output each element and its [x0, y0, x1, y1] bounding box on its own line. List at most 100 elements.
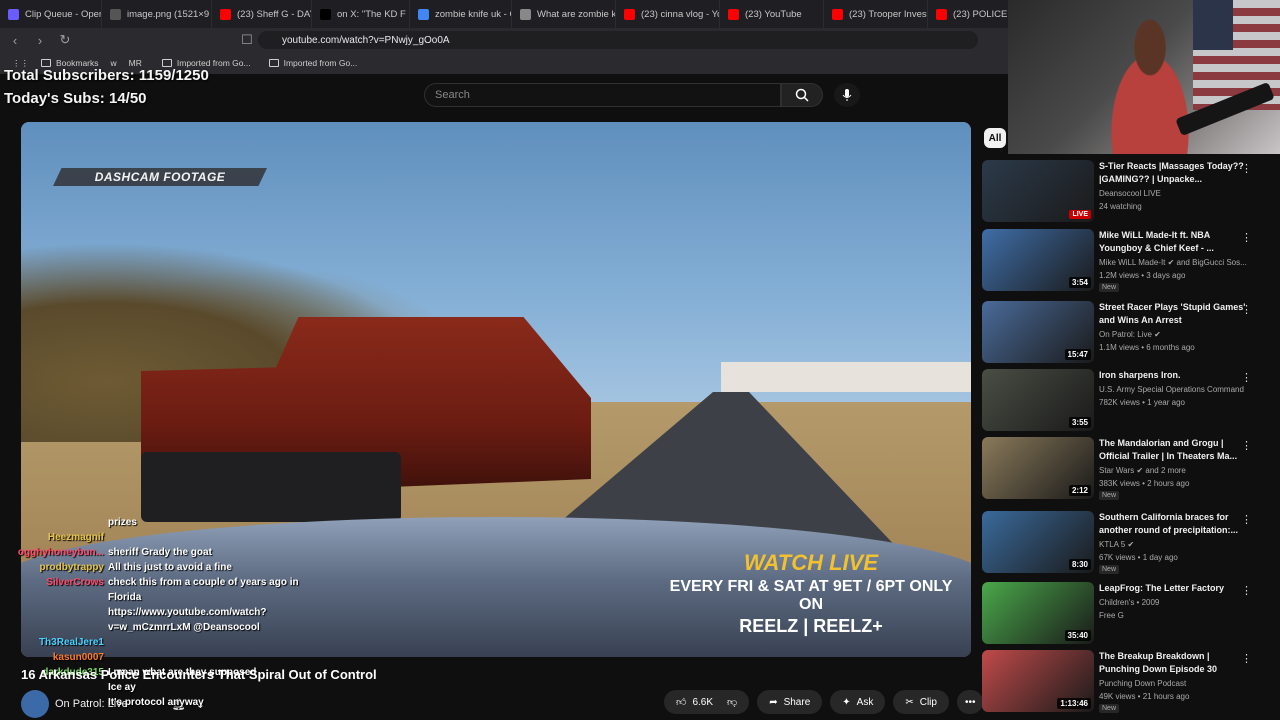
recommendation-title[interactable]: LeapFrog: The Letter Factory	[1099, 582, 1249, 595]
share-icon: ➦	[769, 696, 778, 708]
recommendation-thumbnail[interactable]: 3:55	[982, 369, 1094, 431]
chip-all[interactable]: All	[984, 128, 1006, 148]
recommendation-item[interactable]: 3:55 Iron sharpens Iron. U.S. Army Special…	[982, 369, 1274, 433]
reload-icon[interactable]: ↻	[55, 30, 75, 50]
promo-overlay: WATCH LIVE EVERY FRI & SAT AT 9ET / 6PT …	[661, 550, 961, 637]
recommendation-thumbnail[interactable]: 8:30	[982, 511, 1094, 573]
tab-label: zombie knife uk - G	[435, 8, 512, 20]
browser-tab[interactable]: zombie knife uk - G	[410, 0, 512, 28]
recommendation-item[interactable]: LIVE S-Tier Reacts |Massages Today??|GAMI…	[982, 160, 1274, 224]
recommendation-thumbnail[interactable]: 2:12	[982, 437, 1094, 499]
chat-message: prizes	[4, 515, 304, 530]
chevron-down-icon[interactable]: ⌄	[196, 698, 205, 711]
tab-favicon-icon	[624, 8, 635, 20]
recommendation-channel[interactable]: On Patrol: Live ✔	[1099, 328, 1249, 341]
video-frame-building	[721, 362, 971, 392]
search-input[interactable]: Search	[424, 83, 781, 107]
more-options-icon[interactable]: ⋮	[1241, 584, 1252, 597]
recommendation-item[interactable]: 3:54 Mike WiLL Made-It ft. NBA Youngboy &…	[982, 229, 1274, 293]
new-badge: New	[1099, 491, 1120, 500]
browser-tab[interactable]: image.png (1521×9	[102, 0, 212, 28]
recommendation-title[interactable]: Street Racer Plays 'Stupid Games' and Wi…	[1099, 301, 1249, 327]
chat-username: SilverCrows	[46, 577, 104, 588]
browser-tab[interactable]: (23) Sheff G - DAY N	[212, 0, 312, 28]
thumbs-up-icon: 👍︎	[676, 697, 687, 708]
browser-tab-bar: Clip Queue - Open image.png (1521×9 (23) S…	[0, 0, 1010, 28]
recommendation-channel[interactable]: Punching Down Podcast	[1099, 677, 1249, 690]
tab-label: image.png (1521×9	[127, 8, 210, 20]
bookmark-item[interactable]: Imported from Go...	[268, 58, 357, 68]
more-options-icon[interactable]: ⋮	[1241, 231, 1252, 244]
bell-icon[interactable]: 🔔︎	[172, 698, 186, 711]
video-duration: 3:54	[1068, 277, 1091, 288]
tab-label: (23) Sheff G - DAY N	[237, 8, 311, 20]
recommendation-title[interactable]: Mike WiLL Made-It ft. NBA Youngboy & Chi…	[1099, 229, 1249, 255]
recommendation-channel[interactable]: Deansocool LIVE	[1099, 187, 1249, 200]
more-options-icon[interactable]: ⋮	[1241, 439, 1252, 452]
channel-name[interactable]: On Patrol: Live	[55, 698, 128, 710]
recommendation-channel[interactable]: Star Wars ✔ and 2 more	[1099, 464, 1249, 477]
back-icon[interactable]: ‹	[5, 30, 25, 50]
video-duration: 1:13:46	[1057, 698, 1091, 709]
channel-avatar[interactable]	[21, 690, 49, 718]
search-button[interactable]	[781, 83, 823, 107]
browser-tab[interactable]: (23) POLICE V	[928, 0, 1010, 28]
chat-username: ogghyhoneybun...	[17, 547, 104, 558]
recommendation-title[interactable]: Southern California braces for another r…	[1099, 511, 1249, 537]
more-options-icon[interactable]: ⋮	[1241, 513, 1252, 526]
forward-icon[interactable]: ›	[30, 30, 50, 50]
recommendation-channel[interactable]: KTLA 5 ✔	[1099, 538, 1249, 551]
recommendation-thumbnail[interactable]: 15:47	[982, 301, 1094, 363]
recommendation-meta: 49K views • 21 hours ago	[1099, 692, 1190, 701]
recommendation-title[interactable]: S-Tier Reacts |Massages Today??|GAMING??…	[1099, 160, 1249, 186]
recommendation-item[interactable]: 2:12 The Mandalorian and Grogu | Official…	[982, 437, 1274, 501]
more-options-icon[interactable]: ⋮	[1241, 371, 1252, 384]
tab-favicon-icon	[832, 8, 843, 20]
tab-label: Clip Queue - Open	[25, 8, 102, 20]
chat-text	[108, 530, 304, 545]
more-options-icon[interactable]: ⋮	[1241, 303, 1252, 316]
microphone-icon	[842, 89, 852, 101]
recommendation-meta: 383K views • 2 hours ago	[1099, 479, 1190, 488]
recommendation-item[interactable]: 35:40 LeapFrog: The Letter Factory Childre…	[982, 582, 1274, 646]
recommendation-channel[interactable]: Mike WiLL Made-It ✔ and BigGucci Sos...	[1099, 256, 1249, 269]
chat-text: https://www.youtube.com/watch?v=w_mCzmrr…	[108, 607, 267, 633]
browser-tab[interactable]: (23) YouTube	[720, 0, 824, 28]
recommendation-channel[interactable]: U.S. Army Special Operations Command	[1099, 383, 1249, 396]
browser-tab[interactable]: What are zombie kn	[512, 0, 616, 28]
video-frame-truck-bumper	[141, 452, 401, 522]
recommendation-meta: 1.2M views • 3 days ago	[1099, 271, 1186, 280]
recommendation-thumbnail[interactable]: 3:54	[982, 229, 1094, 291]
like-button[interactable]: 👍︎ 6.6K 👎︎	[664, 690, 750, 714]
browser-tab[interactable]: (23) cinna vlog - You	[616, 0, 720, 28]
more-options-icon[interactable]: ⋮	[1241, 652, 1252, 665]
recommendation-item[interactable]: 15:47 Street Racer Plays 'Stupid Games' a…	[982, 301, 1274, 365]
url-field[interactable]: youtube.com/watch?v=PNwjy_gOo0A	[258, 31, 978, 49]
browser-tab[interactable]: Clip Queue - Open	[0, 0, 102, 28]
voice-search-button[interactable]	[834, 83, 860, 107]
like-count: 6.6K	[692, 696, 714, 708]
recommendation-item[interactable]: 1:13:46 The Breakup Breakdown | Punching …	[982, 650, 1274, 714]
recommendation-channel[interactable]: Children's • 2009	[1099, 596, 1249, 609]
browser-tab[interactable]: (23) Trooper Investi	[824, 0, 928, 28]
share-button[interactable]: ➦ Share	[757, 690, 823, 714]
tab-favicon-icon	[418, 8, 429, 20]
bookmark-icon[interactable]: ☐	[237, 30, 257, 50]
recommendation-thumbnail[interactable]: 35:40	[982, 582, 1094, 644]
recommendation-title[interactable]: The Mandalorian and Grogu | Official Tra…	[1099, 437, 1249, 463]
tab-favicon-icon	[8, 8, 19, 20]
browser-tab[interactable]: on X: "The KD F	[312, 0, 410, 28]
chat-message: Heezmagnif	[4, 530, 304, 545]
recommendation-title[interactable]: Iron sharpens Iron.	[1099, 369, 1249, 382]
ask-button[interactable]: ✦ Ask	[830, 690, 886, 714]
recommendation-item[interactable]: 8:30 Southern California braces for anoth…	[982, 511, 1274, 575]
recommendation-title[interactable]: The Breakup Breakdown | Punching Down Ep…	[1099, 650, 1249, 676]
recommendation-thumbnail[interactable]: LIVE	[982, 160, 1094, 222]
thumbs-down-icon[interactable]: 👎︎	[727, 696, 737, 708]
more-options-icon[interactable]: ⋮	[1241, 162, 1252, 175]
more-actions-button[interactable]: •••	[956, 690, 984, 714]
chat-username	[4, 515, 108, 530]
recommendation-thumbnail[interactable]: 1:13:46	[982, 650, 1094, 712]
chat-message: Th3RealJere1	[4, 635, 304, 650]
clip-button[interactable]: ✂ Clip	[893, 690, 949, 714]
